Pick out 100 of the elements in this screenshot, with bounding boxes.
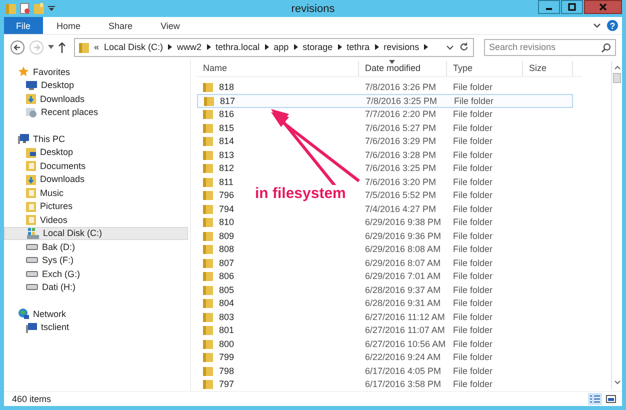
folder-icon [203,122,213,133]
sidebar-item[interactable]: Desktop [4,78,188,92]
overflow-chevron[interactable]: « [94,42,100,52]
type-cell-text: File folder [452,352,494,362]
folder-icon [203,366,213,376]
help-button[interactable]: ? [607,20,618,31]
sidebar-item[interactable]: Videos [4,213,188,226]
file-name: 813 [219,150,234,160]
chevron-icon[interactable] [424,44,428,50]
selected-row[interactable]: 817 7/8/2016 3:25 PM File folder [197,94,573,108]
sidebar-item[interactable]: Bak (D:) [4,240,188,254]
drive-icon [26,257,38,264]
scroll-thumb[interactable] [613,73,621,83]
chevron-icon[interactable] [206,44,211,50]
date-cell-text: 7/8/2016 3:26 PM [364,82,438,92]
address-bar[interactable]: « Local Disk (C:) www2 tethra.local app storage tethra revisions [74,38,474,56]
column-header[interactable]: Type [447,61,523,76]
sidebar-heading[interactable]: This PC [33,134,66,144]
date-cell-text: 6/29/2016 7:01 AM [364,271,442,282]
breadcrumb-segment[interactable]: www2 [177,42,202,52]
chevron-icon[interactable] [446,44,454,50]
sidebar-item[interactable]: Desktop [4,146,188,159]
folder-icon [26,187,36,198]
breadcrumb-segment[interactable]: Local Disk (C:) [104,42,164,52]
type-cell-text: File folder [452,190,494,200]
breadcrumb-segment[interactable]: tethra.local [216,42,260,52]
date-cell-text: 6/17/2016 3:58 PM [364,379,442,390]
sidebar-heading[interactable]: Network [33,308,66,319]
properties-icon[interactable] [20,3,30,14]
file-name: 817 [220,96,236,106]
date-cell-text: 7/8/2016 3:25 PM [365,96,438,106]
chevron-icon[interactable] [593,22,601,28]
date-cell-text: 6/29/2016 9:36 PM [364,230,442,241]
sidebar-item[interactable]: Exch (G:) [4,267,188,280]
folder-icon [203,136,213,146]
sidebar-item[interactable]: tsclient [4,320,188,334]
caret-icon[interactable] [48,45,54,49]
chevron-icon[interactable] [264,44,269,50]
maximize-button[interactable] [561,0,583,14]
sidebar-item[interactable]: Local Disk (C:) [4,226,188,240]
sidebar-item[interactable]: Sys (F:) [4,254,188,267]
file-name: 803 [219,312,234,322]
monitor-icon [26,80,37,90]
chevron-icon[interactable] [294,44,298,50]
forward-icon [29,40,44,54]
column-header[interactable]: Size [523,61,573,76]
breadcrumb-segment[interactable]: tethra [346,42,370,52]
sidebar-item[interactable]: Downloads [4,172,188,186]
drive-icon [26,270,38,277]
ribbon-tab[interactable]: File [4,17,43,34]
folder-icon [26,200,36,212]
sidebar-heading[interactable]: Favorites [33,66,70,77]
refresh-icon[interactable] [459,42,469,52]
sidebar-item[interactable]: Music [4,186,188,200]
chevron-icon[interactable] [338,44,342,50]
column-header[interactable]: Name [197,61,359,76]
file-name: 797 [219,379,234,390]
folder-icon [203,176,213,187]
caret-icon[interactable] [48,6,55,12]
file-name: 800 [219,338,234,349]
sidebar-item[interactable]: Dati (H:) [4,280,188,294]
details-view-icon[interactable] [588,393,602,405]
chevron-icon[interactable] [374,44,379,50]
sidebar-item[interactable]: Downloads [4,92,188,106]
sidebar-item[interactable]: Pictures [4,200,188,213]
folder-icon [204,96,214,106]
file-name: 801 [219,325,234,336]
type-cell-text: File folder [452,244,494,254]
file-name: 807 [219,258,234,268]
type-cell-text: File folder [452,298,494,308]
scrollbar[interactable] [611,61,622,389]
folder-icon [203,109,213,120]
back-icon[interactable] [10,40,25,54]
date-cell-text: 7/6/2016 3:20 PM [364,176,438,187]
file-name: 811 [219,176,234,187]
type-cell-text: File folder [452,230,494,241]
folder-icon [203,312,213,322]
search-field[interactable]: Search revisions [484,38,616,56]
breadcrumb-segment[interactable]: app [274,42,289,52]
type-cell-text: File folder [452,150,494,160]
type-cell-text: File folder [452,379,494,390]
download-folder-icon [26,93,36,104]
breadcrumb-segment[interactable]: storage [302,42,333,52]
type-cell-text: File folder [452,271,494,282]
date-cell-text: 6/27/2016 11:12 AM [364,312,446,322]
folder-icon [203,244,213,254]
close-button[interactable] [584,0,622,14]
maximize-icon [568,3,576,11]
minimize-button[interactable] [538,0,560,14]
download-folder-icon [26,174,36,185]
thumbnail-view-icon[interactable] [606,395,616,403]
folder-icon [26,214,36,226]
sidebar-item[interactable]: Recent places [4,106,188,119]
file-name: 816 [219,109,234,120]
up-arrow-icon[interactable] [58,42,66,52]
sidebar-item[interactable]: Documents [4,159,188,172]
breadcrumb-segment[interactable]: revisions [384,42,420,52]
file-name: 812 [219,163,234,174]
chevron-icon[interactable] [168,44,172,50]
column-header[interactable]: Date modified [359,61,447,76]
